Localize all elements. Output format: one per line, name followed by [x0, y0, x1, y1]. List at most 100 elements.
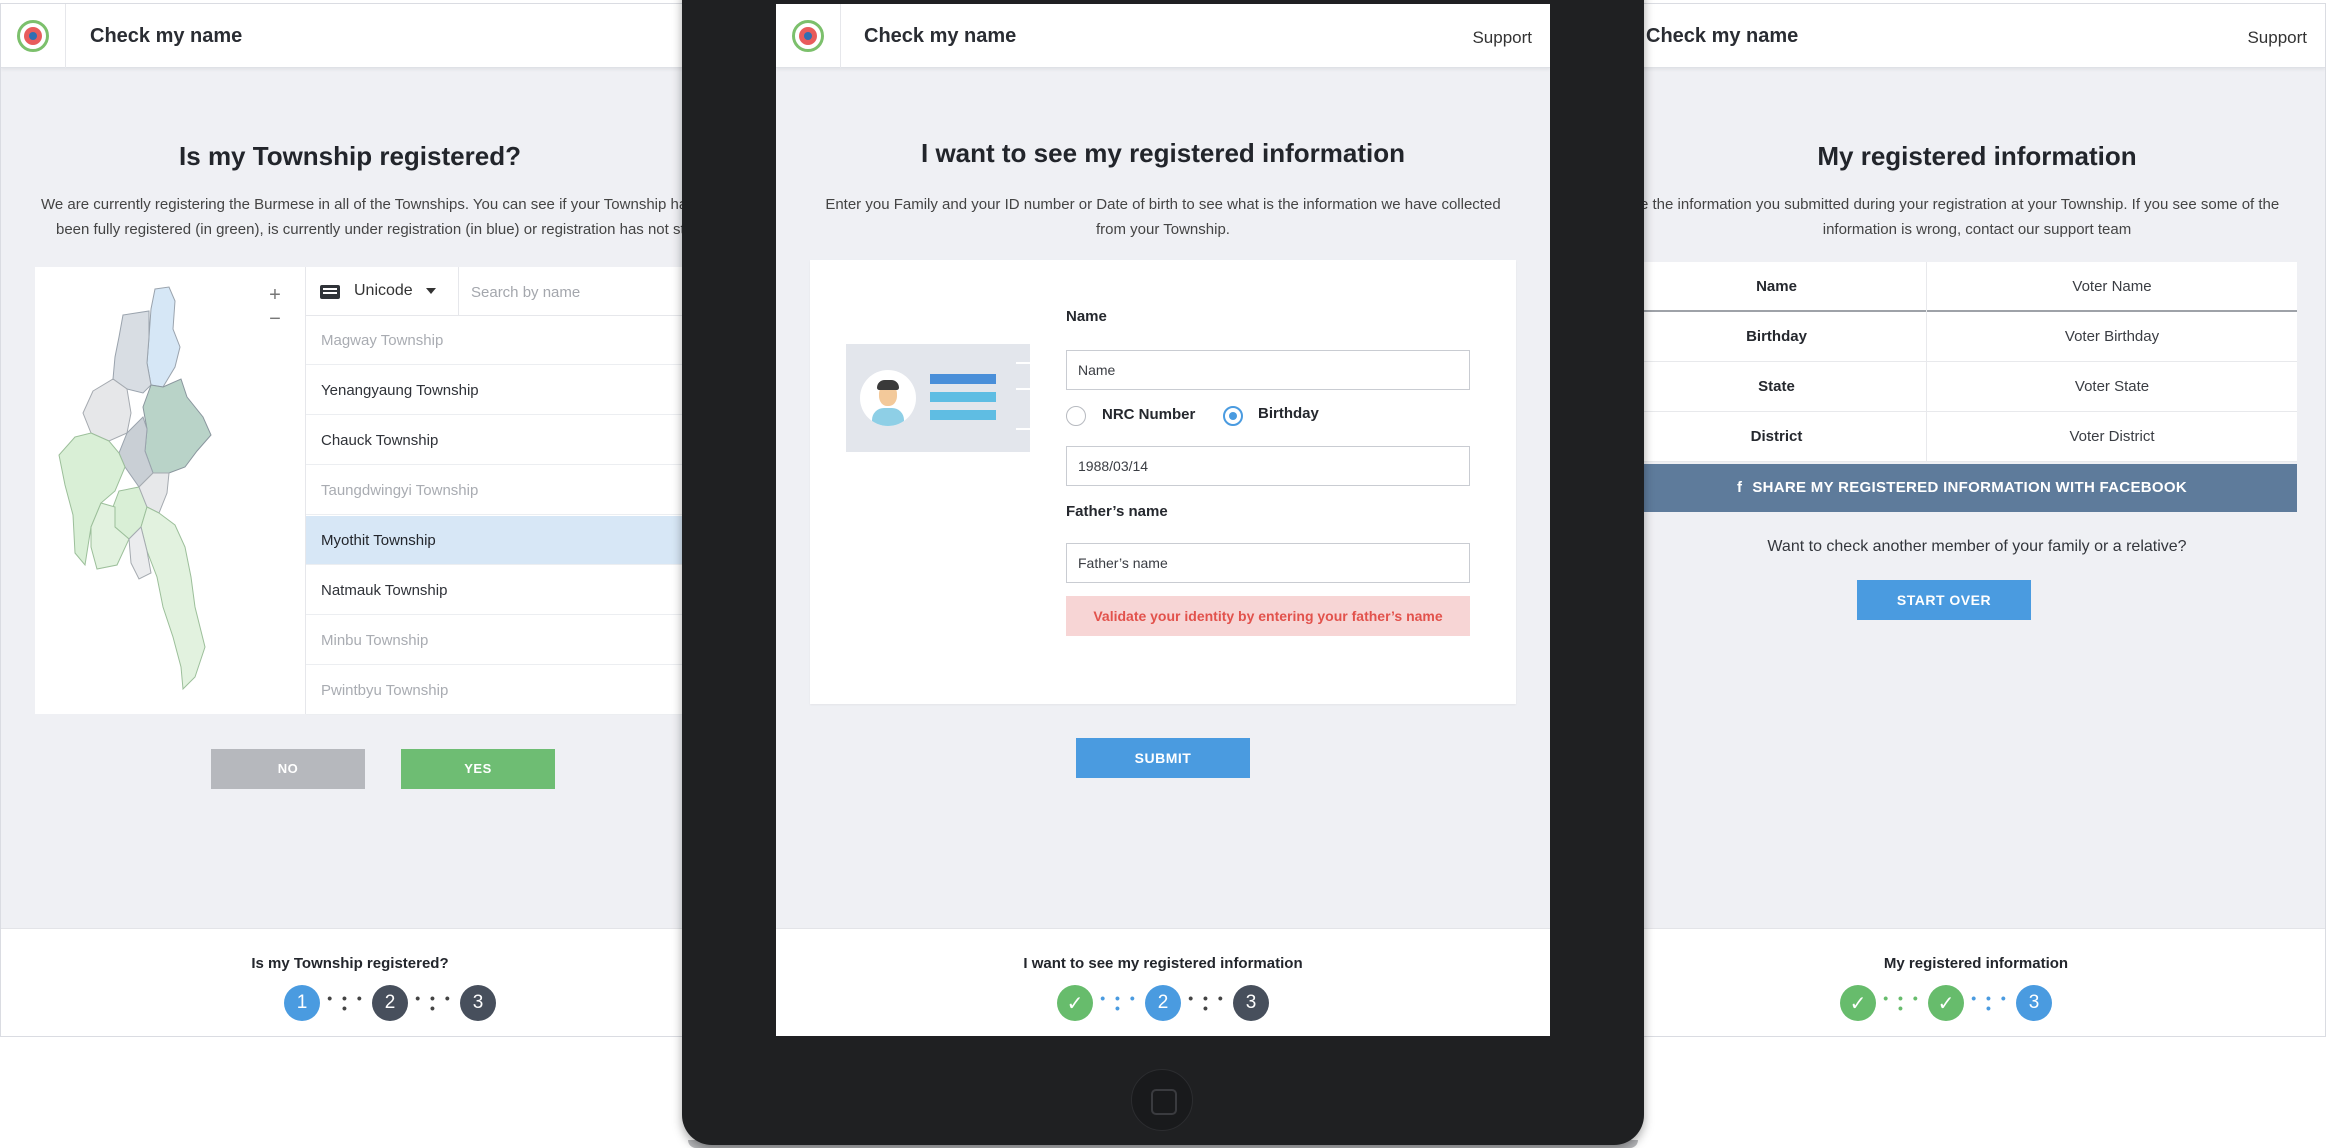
- step-3: 3: [1233, 985, 1269, 1021]
- progress-stepper: ✓ • • • • 2 • • • • 3: [1057, 985, 1269, 1021]
- zoom-in-button[interactable]: +: [265, 285, 285, 305]
- name-input[interactable]: Name: [1066, 350, 1470, 390]
- footer-title: My registered information: [1883, 955, 2069, 972]
- step-connector: • • • •: [1971, 990, 2009, 1016]
- progress-footer: I want to see my registered information …: [776, 928, 1550, 1036]
- support-link[interactable]: Support: [2247, 28, 2307, 48]
- township-list-item[interactable]: Taungdwingyi Township: [306, 466, 699, 515]
- app-title: Check my name: [90, 25, 243, 47]
- identity-form-screen: Check my name Support I want to see my r…: [776, 4, 1550, 1036]
- list-header: Unicode: [306, 267, 699, 316]
- township-list-item[interactable]: Chauck Township: [306, 416, 699, 465]
- step-1: 1: [284, 985, 320, 1021]
- search-input[interactable]: [471, 280, 691, 304]
- table-field-value: Voter Birthday: [2064, 328, 2160, 345]
- identity-form-card: Name Name NRC Number Birthday 1988/03/14…: [810, 260, 1516, 704]
- description-line: We are currently registering the Burmese…: [41, 196, 695, 213]
- page-description: We are currently registering the Burmese…: [31, 192, 699, 242]
- step-3: 3: [2016, 985, 2052, 1021]
- step-connector: • • • •: [327, 990, 365, 1016]
- father-name-label: Father’s name: [1066, 503, 1168, 520]
- progress-footer: My registered information ✓ • • • • ✓ • …: [1627, 928, 2325, 1036]
- table-field-label: Name: [1627, 262, 1927, 312]
- table-row: District Voter District: [1627, 412, 2297, 462]
- table-row: Birthday Voter Birthday: [1627, 312, 2297, 362]
- step-connector: • • • •: [1188, 990, 1226, 1016]
- page-description: Enter you Family and your ID number or D…: [796, 192, 1530, 242]
- home-button[interactable]: [1131, 1069, 1193, 1131]
- table-field-label: District: [1627, 412, 1927, 462]
- township-map[interactable]: + −: [35, 267, 305, 714]
- share-facebook-button[interactable]: f SHARE MY REGISTERED INFORMATION WITH FA…: [1627, 464, 2297, 512]
- footer-title: Is my Township registered?: [251, 955, 449, 972]
- chevron-down-icon[interactable]: [426, 288, 436, 294]
- birthday-input[interactable]: 1988/03/14: [1066, 446, 1470, 486]
- start-over-button[interactable]: START OVER: [1857, 580, 2031, 620]
- nrc-radio[interactable]: [1066, 406, 1086, 426]
- step-1-complete: ✓: [1057, 985, 1093, 1021]
- top-bar: Check my name Support: [776, 4, 1550, 68]
- name-label: Name: [1066, 308, 1107, 325]
- yes-button[interactable]: YES: [401, 749, 555, 789]
- progress-footer: Is my Township registered? 1 • • • • 2 •…: [1, 928, 699, 1036]
- birthday-radio[interactable]: [1223, 406, 1243, 426]
- step-1-complete: ✓: [1840, 985, 1876, 1021]
- table-field-value: Voter State: [2074, 378, 2150, 395]
- township-list-item[interactable]: Pwintbyu Township: [306, 666, 699, 715]
- description-line: Enter you Family and your ID number or D…: [825, 196, 1501, 213]
- township-list-item[interactable]: Yenangyaung Township: [306, 366, 699, 415]
- father-name-input[interactable]: Father’s name: [1066, 543, 1470, 583]
- search-divider: [458, 267, 459, 316]
- description-line: been fully registered (in green), is cur…: [56, 221, 698, 238]
- table-field-label: State: [1627, 362, 1927, 412]
- page-description: re the information you submitted during …: [1627, 192, 2325, 242]
- description-line: information is wrong, contact our suppor…: [1822, 221, 2132, 238]
- keyboard-icon: [320, 285, 340, 299]
- showcase-stage: Check my name Is my Township registered?…: [0, 0, 2326, 1148]
- avatar-icon: [860, 370, 916, 426]
- description-line: re the information you submitted during …: [1635, 196, 2280, 213]
- page-title: My registered information: [1817, 141, 2137, 171]
- myanmar-map[interactable]: [35, 267, 305, 714]
- logo-divider: [840, 4, 841, 68]
- zoom-out-button[interactable]: −: [265, 309, 285, 329]
- township-list-item[interactable]: Minbu Township: [306, 616, 699, 665]
- table-row: State Voter State: [1627, 362, 2297, 412]
- registered-info-screen: Check my name Support My registered info…: [1626, 3, 2326, 1037]
- step-2: 2: [1145, 985, 1181, 1021]
- township-list-item[interactable]: Myothit Township: [306, 516, 699, 565]
- township-list-panel: Unicode Magway TownshipYenangyaung Towns…: [305, 267, 699, 715]
- step-connector: • • • •: [1883, 990, 1921, 1016]
- top-bar: Check my name Support: [1627, 4, 2325, 68]
- app-logo-icon[interactable]: [792, 20, 824, 52]
- page-title: Is my Township registered?: [179, 141, 521, 171]
- step-connector: • • • •: [1100, 990, 1138, 1016]
- step-2-complete: ✓: [1928, 985, 1964, 1021]
- check-another-prompt: Want to check another member of your fam…: [1767, 538, 2187, 555]
- no-button[interactable]: NO: [211, 749, 365, 789]
- app-logo-icon[interactable]: [17, 20, 49, 52]
- id-card-illustration: [846, 344, 1030, 452]
- step-connector: • • • •: [415, 990, 453, 1016]
- table-row: Name Voter Name: [1627, 262, 2297, 312]
- township-list-item[interactable]: Magway Township: [306, 316, 699, 365]
- app-title: Check my name: [1646, 25, 1799, 47]
- step-3: 3: [460, 985, 496, 1021]
- township-list-item[interactable]: Natmauk Township: [306, 566, 699, 615]
- facebook-icon: f: [1737, 479, 1743, 496]
- step-2: 2: [372, 985, 408, 1021]
- page-title: I want to see my registered information: [921, 138, 1405, 168]
- registered-info-table: Name Voter Name Birthday Voter Birthday Stat…: [1627, 262, 2297, 462]
- keyboard-select[interactable]: Unicode: [354, 282, 413, 300]
- table-field-value: Voter Name: [2072, 278, 2152, 295]
- app-title: Check my name: [864, 25, 1017, 47]
- nrc-radio-label[interactable]: NRC Number: [1102, 406, 1195, 423]
- footer-title: I want to see my registered information: [1023, 955, 1303, 972]
- logo-divider: [65, 4, 66, 68]
- share-facebook-label: SHARE MY REGISTERED INFORMATION WITH FAC…: [1752, 479, 2187, 496]
- support-link[interactable]: Support: [1472, 28, 1532, 48]
- submit-button[interactable]: SUBMIT: [1076, 738, 1250, 778]
- township-screen: Check my name Is my Township registered?…: [0, 3, 700, 1037]
- progress-stepper: ✓ • • • • ✓ • • • • 3: [1840, 985, 2052, 1021]
- birthday-radio-label[interactable]: Birthday: [1258, 405, 1319, 422]
